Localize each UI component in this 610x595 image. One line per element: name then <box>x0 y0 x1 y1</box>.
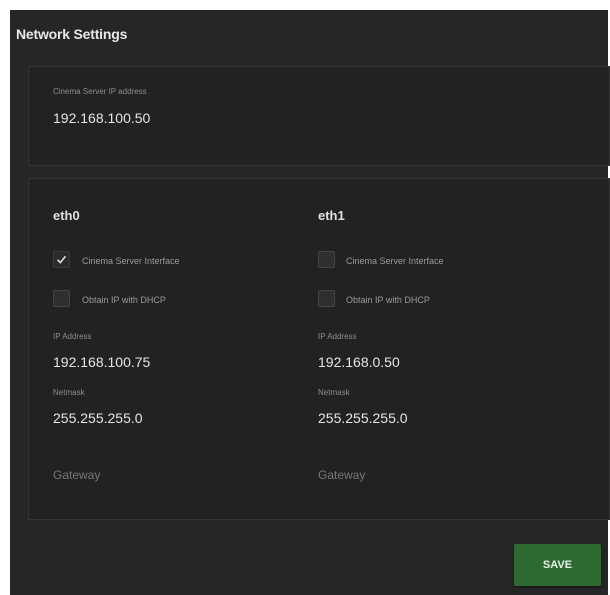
eth1-ip-label: IP Address <box>318 332 357 341</box>
eth0-ip-value[interactable]: 192.168.100.75 <box>53 354 150 370</box>
checkmark-icon <box>56 255 67 264</box>
eth1-dhcp-label: Obtain IP with DHCP <box>346 295 430 305</box>
eth0-cinema-interface-label: Cinema Server Interface <box>82 256 180 266</box>
eth1-gateway-field[interactable]: Gateway <box>318 468 365 482</box>
save-button[interactable]: SAVE <box>514 544 601 586</box>
eth0-dhcp-checkbox[interactable] <box>53 290 70 307</box>
eth1-netmask-value[interactable]: 255.255.255.0 <box>318 410 408 426</box>
eth1-cinema-interface-label: Cinema Server Interface <box>346 256 444 266</box>
eth0-cinema-interface-checkbox[interactable] <box>53 251 70 268</box>
eth0-ip-label: IP Address <box>53 332 92 341</box>
server-ip-label: Cinema Server IP address <box>53 87 147 96</box>
eth0-dhcp-label: Obtain IP with DHCP <box>82 295 166 305</box>
eth0-gateway-field[interactable]: Gateway <box>53 468 100 482</box>
eth0-netmask-label: Netmask <box>53 388 85 397</box>
eth1-cinema-interface-checkbox[interactable] <box>318 251 335 268</box>
eth1-dhcp-checkbox[interactable] <box>318 290 335 307</box>
eth1-ip-value[interactable]: 192.168.0.50 <box>318 354 400 370</box>
server-ip-value[interactable]: 192.168.100.50 <box>53 110 150 126</box>
eth0-netmask-value[interactable]: 255.255.255.0 <box>53 410 143 426</box>
eth0-title: eth0 <box>53 208 80 223</box>
page-title: Network Settings <box>16 26 128 42</box>
eth1-netmask-label: Netmask <box>318 388 350 397</box>
eth1-title: eth1 <box>318 208 345 223</box>
